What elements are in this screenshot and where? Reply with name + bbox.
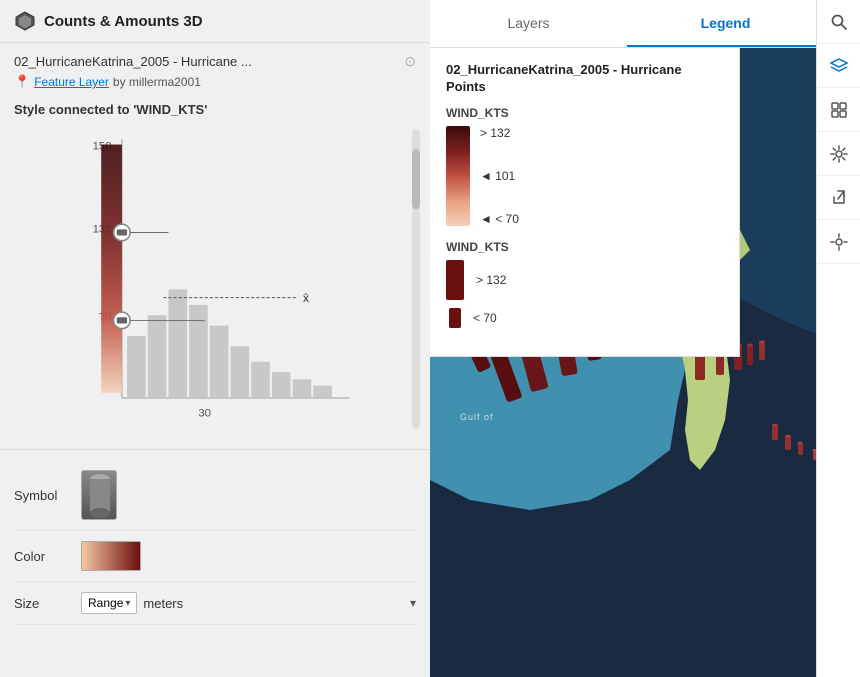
size-select-value: Range xyxy=(88,596,123,610)
by-author-text: by millerma2001 xyxy=(113,75,201,89)
search-toolbar-btn[interactable] xyxy=(817,0,860,44)
layers-toolbar-btn[interactable] xyxy=(817,44,860,88)
size-legend-items: > 132 < 70 xyxy=(446,260,723,328)
size-select-dropdown[interactable]: Range ▾ xyxy=(81,592,137,614)
svg-text:x̄: x̄ xyxy=(303,291,310,305)
search-icon xyxy=(830,13,848,31)
dropdown-caret: ▾ xyxy=(125,598,130,609)
layer-name-text: 02_HurricaneKatrina_2005 - Hurricane ... xyxy=(14,54,252,69)
share-icon xyxy=(830,189,848,207)
size-unit-label: meters xyxy=(143,596,183,611)
tab-bar: Layers Legend × xyxy=(430,0,860,48)
panel-title: Counts & Amounts 3D xyxy=(44,13,203,30)
style-label: Style xyxy=(14,102,45,117)
share-toolbar-btn[interactable] xyxy=(817,176,860,220)
svg-text:30: 30 xyxy=(198,408,211,420)
panel-header: Counts & Amounts 3D xyxy=(0,0,430,43)
size-label-large: > 132 xyxy=(476,273,506,287)
ramp-labels: > 132 ◄ 101 ◄ < 70 xyxy=(480,126,519,226)
property-rows: Symbol Color Size Range ▾ xyxy=(0,449,430,635)
ramp-label-top: > 132 xyxy=(480,126,519,140)
legend-layer-name: 02_HurricaneKatrina_2005 - Hurricane Poi… xyxy=(446,62,723,96)
filter-icon[interactable]: ⊙ xyxy=(404,53,416,70)
size-bar-small xyxy=(449,308,461,328)
color-ramp-bar xyxy=(446,126,470,226)
ramp-label-bot: ◄ < 70 xyxy=(480,212,519,226)
histogram-svg[interactable]: 150 132 70 30 xyxy=(30,129,400,429)
ramp-label-mid: ◄ 101 xyxy=(480,169,519,183)
settings-toolbar-btn[interactable] xyxy=(817,132,860,176)
style-connected-text: connected to 'WIND_KTS' xyxy=(49,102,208,117)
legend-panel: 02_HurricaneKatrina_2005 - Hurricane Poi… xyxy=(430,48,740,357)
layer-header: 02_HurricaneKatrina_2005 - Hurricane ...… xyxy=(0,43,430,74)
color-row: Color xyxy=(14,531,416,582)
size-legend-item-small: < 70 xyxy=(446,308,723,328)
tab-layers[interactable]: Layers xyxy=(430,0,627,47)
config-icon xyxy=(830,233,848,251)
symbol-row: Symbol xyxy=(14,460,416,531)
size-row: Size Range ▾ meters ▾ xyxy=(14,582,416,625)
feature-layer-row: 📍 Feature Layer by millerma2001 xyxy=(0,74,430,98)
legend-color-field: WIND_KTS xyxy=(446,106,723,120)
left-panel: Counts & Amounts 3D 02_HurricaneKatrina_… xyxy=(0,0,430,677)
color-ramp-legend: > 132 ◄ 101 ◄ < 70 xyxy=(446,126,723,226)
pin-icon: 📍 xyxy=(14,74,30,90)
layers-icon xyxy=(830,57,848,75)
grid-toolbar-btn[interactable] xyxy=(817,88,860,132)
color-label: Color xyxy=(14,549,69,564)
svg-text:Gulf of: Gulf of xyxy=(460,412,494,422)
settings-icon xyxy=(830,145,848,163)
grid-icon xyxy=(830,101,848,119)
size-select-wrapper: Range ▾ meters xyxy=(81,592,183,614)
legend-color-section: WIND_KTS > 132 ◄ 101 ◄ < 70 xyxy=(446,106,723,226)
symbol-preview[interactable] xyxy=(81,470,117,520)
size-bar-large xyxy=(446,260,464,300)
size-label-small: < 70 xyxy=(473,311,497,325)
histogram-container: 150 132 70 30 xyxy=(30,129,400,449)
legend-size-section: WIND_KTS > 132 < 70 xyxy=(446,240,723,328)
config-toolbar-btn[interactable] xyxy=(817,220,860,264)
size-expand-icon[interactable]: ▾ xyxy=(410,596,416,610)
app-icon xyxy=(14,10,36,32)
tab-legend[interactable]: Legend xyxy=(627,0,824,47)
right-toolbar xyxy=(816,0,860,677)
feature-layer-link[interactable]: Feature Layer xyxy=(34,75,109,89)
symbol-label: Symbol xyxy=(14,488,69,503)
size-legend-item-large: > 132 xyxy=(446,260,723,300)
scroll-thumb[interactable] xyxy=(412,149,420,209)
style-connected-row: Style connected to 'WIND_KTS' xyxy=(0,98,430,125)
legend-size-field: WIND_KTS xyxy=(446,240,723,254)
right-area: ALABAMA GEORGIA Gulf of xyxy=(430,0,860,677)
size-label: Size xyxy=(14,596,69,611)
color-swatch[interactable] xyxy=(81,541,141,571)
